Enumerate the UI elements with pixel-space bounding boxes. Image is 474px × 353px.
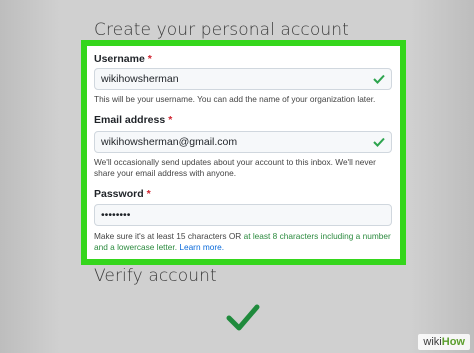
required-marker: * <box>168 114 173 126</box>
email-input[interactable]: wikihowsherman@gmail.com <box>94 131 392 153</box>
check-icon <box>373 137 385 147</box>
password-note-text: Make sure it's at least 15 characters OR <box>94 231 244 241</box>
email-note: We'll occasionally send updates about yo… <box>94 157 376 178</box>
username-value: wikihowsherman <box>101 73 179 85</box>
check-icon <box>373 74 385 84</box>
create-account-heading: Create your personal account <box>94 20 349 40</box>
username-label-text: Username <box>94 53 145 65</box>
verified-check-icon <box>226 304 260 331</box>
username-input[interactable]: wikihowsherman <box>94 68 392 90</box>
password-value: •••••••• <box>101 209 131 221</box>
required-marker: * <box>147 53 152 65</box>
wikihow-watermark: wikiHow <box>418 334 470 350</box>
watermark-how: How <box>441 336 465 348</box>
username-label: Username * <box>94 53 152 65</box>
password-label: Password * <box>94 188 151 200</box>
username-note: This will be your username. You can add … <box>94 94 376 104</box>
required-marker: * <box>146 188 151 200</box>
email-label: Email address * <box>94 114 172 126</box>
watermark-wiki: wiki <box>423 336 442 348</box>
email-value: wikihowsherman@gmail.com <box>101 136 238 148</box>
password-note: Make sure it's at least 15 characters OR… <box>94 231 394 253</box>
verify-account-heading: Verify account <box>94 266 217 286</box>
learn-more-link[interactable]: Learn more. <box>179 242 224 252</box>
email-label-text: Email address <box>94 114 166 126</box>
password-input[interactable]: •••••••• <box>94 204 392 226</box>
password-label-text: Password <box>94 188 144 200</box>
